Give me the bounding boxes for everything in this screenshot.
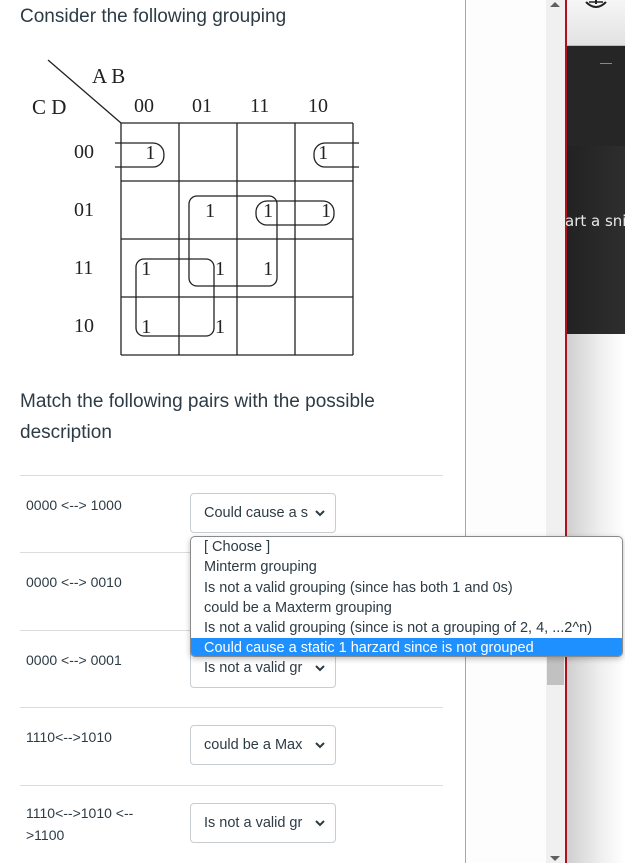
- kmap-col-label: 11: [250, 95, 269, 117]
- kmap-row-label: 01: [74, 199, 94, 221]
- snip-header: [567, 46, 625, 146]
- kmap-cell-value: 1: [215, 258, 225, 280]
- vertical-scrollbar[interactable]: [546, 0, 566, 863]
- select-value: Is not a valid gr: [204, 815, 303, 831]
- select-value: could be a Max: [204, 737, 303, 753]
- pair-label: 1110<-->1010 <-->1100: [26, 805, 134, 843]
- select-value: Is not a valid gr: [204, 660, 303, 676]
- pair-label: 0000 <--> 0010: [26, 574, 122, 590]
- pair-label: 0000 <--> 1000: [26, 497, 122, 513]
- snip-toolbar: [567, 0, 625, 46]
- description-select[interactable]: could be a Max: [190, 725, 336, 765]
- chevron-down-icon: [315, 665, 325, 672]
- dropdown-option[interactable]: [ Choose ]: [191, 537, 622, 557]
- scroll-down-arrow-icon[interactable]: [550, 856, 560, 861]
- scrollbar-thumb[interactable]: [547, 655, 564, 685]
- kmap-cell-value: 1: [141, 258, 151, 280]
- snip-tool-icon[interactable]: [583, 0, 609, 14]
- pair-label: 1110<-->1010: [26, 729, 112, 745]
- snip-prompt-area: art a sni: [565, 146, 625, 334]
- quiz-content: Consider the following grouping A B C D …: [0, 0, 465, 863]
- match-prompt: Match the following pairs with the possi…: [20, 391, 375, 443]
- minimize-icon[interactable]: [600, 63, 612, 64]
- select-value: Could cause a s: [204, 505, 308, 521]
- kmap-col-label: 10: [308, 95, 328, 117]
- row-divider: [20, 475, 443, 476]
- snipping-tool-panel: art a sni: [565, 0, 625, 863]
- scroll-up-arrow-icon[interactable]: [550, 2, 560, 7]
- description-select[interactable]: Is not a valid gr: [190, 803, 336, 843]
- kmap-row-var: C D: [32, 95, 66, 119]
- kmap-cell-value: 1: [263, 200, 273, 222]
- kmap-cell-value: 1: [205, 200, 215, 222]
- row-divider: [20, 707, 443, 708]
- dropdown-option[interactable]: Is not a valid grouping (since has both …: [191, 578, 622, 598]
- kmap-group-loop: [115, 142, 165, 168]
- kmap-row-label: 11: [74, 257, 93, 279]
- chevron-down-icon: [315, 820, 325, 827]
- kmap-cell-value: 1: [318, 142, 328, 164]
- chevron-down-icon: [315, 510, 325, 517]
- kmap-cell-value: 1: [215, 316, 225, 338]
- snip-prompt-text: art a sni: [565, 212, 625, 230]
- kmap-row-label: 10: [74, 315, 94, 337]
- kmap-cell-value: 1: [263, 258, 273, 280]
- dropdown-option[interactable]: Is not a valid grouping (since is not a …: [191, 618, 622, 638]
- dropdown-option[interactable]: Minterm grouping: [191, 557, 622, 577]
- page-gutter: [466, 0, 546, 863]
- karnaugh-map: A B C D 00 01 11 10 00011110 1 11 1 11 1 11 1: [32, 59, 359, 356]
- kmap-row-label: 00: [74, 141, 94, 163]
- kmap-col-label: 00: [134, 95, 154, 117]
- pair-label: 0000 <--> 0001: [26, 652, 122, 668]
- kmap-cell-value: 1: [145, 142, 155, 164]
- description-dropdown-list[interactable]: [ Choose ] Minterm grouping Is not a val…: [190, 536, 623, 657]
- description-select[interactable]: Could cause a s: [190, 493, 336, 533]
- chevron-down-icon: [315, 742, 325, 749]
- row-divider: [20, 785, 443, 786]
- kmap-col-label: 01: [192, 95, 212, 117]
- question-title: Consider the following grouping: [20, 6, 287, 27]
- dropdown-option-highlighted[interactable]: Could cause a static 1 harzard since is …: [191, 638, 622, 656]
- dropdown-option[interactable]: could be a Maxterm grouping: [191, 598, 622, 618]
- kmap-col-var: A B: [92, 64, 125, 88]
- kmap-cell-value: 1: [141, 316, 151, 338]
